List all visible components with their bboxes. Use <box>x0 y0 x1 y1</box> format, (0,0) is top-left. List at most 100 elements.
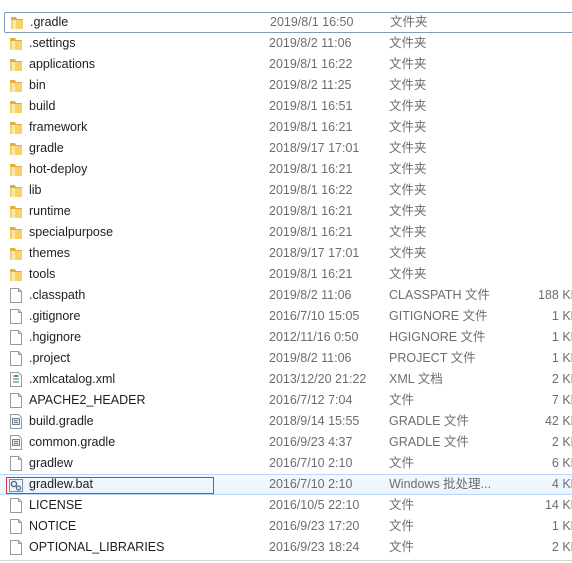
file-type: 文件夹 <box>389 57 427 71</box>
file-type: 文件夹 <box>389 204 427 218</box>
file-date: 2018/9/17 17:01 <box>269 141 360 155</box>
file-type: 文件夹 <box>389 36 427 50</box>
file-type: 文件 <box>389 540 415 554</box>
file-row[interactable]: lib 2019/8/1 16:22 文件夹 <box>0 180 572 201</box>
file-date: 2012/11/16 0:50 <box>269 330 359 344</box>
file-row[interactable]: .project 2019/8/2 11:06 PROJECT 文件 1 KB <box>0 348 572 369</box>
file-name: .gradle <box>30 15 69 29</box>
file-date: 2019/8/1 16:22 <box>269 57 353 71</box>
file-size: 1 KB <box>551 351 572 365</box>
folder-icon <box>9 99 23 114</box>
file-date: 2018/9/14 15:55 <box>269 414 360 428</box>
file-name: common.gradle <box>29 435 116 449</box>
file-name: .gitignore <box>29 309 81 323</box>
file-icon <box>9 309 23 324</box>
file-row[interactable]: .gradle 2019/8/1 16:50 文件夹 <box>4 12 572 33</box>
folder-icon <box>9 246 23 261</box>
file-type: 文件 <box>389 519 415 533</box>
file-size: 6 KB <box>551 456 572 470</box>
file-size: 1 KB <box>551 309 572 323</box>
file-type: GRADLE 文件 <box>389 414 469 428</box>
file-name: .hgignore <box>29 330 82 344</box>
file-row[interactable]: gradlew.bat 2016/7/10 2:10 Windows 批处理... 4… <box>0 474 572 495</box>
file-row[interactable]: tools 2019/8/1 16:21 文件夹 <box>0 264 572 285</box>
file-row[interactable]: gradlew 2016/7/10 2:10 文件 6 KB <box>0 453 572 474</box>
file-row[interactable]: .hgignore 2012/11/16 0:50 HGIGNORE 文件 1 KB <box>0 327 572 348</box>
folder-icon <box>9 204 23 219</box>
file-date: 2016/7/10 15:05 <box>269 309 360 323</box>
file-type: 文件夹 <box>389 141 427 155</box>
file-name: .settings <box>29 36 76 50</box>
file-name: tools <box>29 267 56 281</box>
file-date: 2016/9/23 4:37 <box>269 435 353 449</box>
file-row[interactable]: applications 2019/8/1 16:22 文件夹 <box>0 54 572 75</box>
folder-icon <box>9 36 23 51</box>
file-row[interactable]: gradle 2018/9/17 17:01 文件夹 <box>0 138 572 159</box>
text-file-icon <box>9 414 23 429</box>
file-name: build <box>29 99 56 113</box>
file-name: OPTIONAL_LIBRARIES <box>29 540 165 554</box>
file-type: 文件夹 <box>389 246 427 260</box>
file-icon <box>9 498 23 513</box>
file-icon <box>9 351 23 366</box>
file-icon <box>9 288 23 303</box>
file-date: 2019/8/1 16:22 <box>269 183 353 197</box>
file-size: 4 KB <box>551 477 572 491</box>
file-date: 2016/7/10 2:10 <box>269 477 353 491</box>
file-date: 2019/8/1 16:21 <box>269 267 353 281</box>
file-row[interactable]: runtime 2019/8/1 16:21 文件夹 <box>0 201 572 222</box>
file-type: 文件夹 <box>390 15 428 29</box>
file-name: gradlew.bat <box>29 477 93 491</box>
file-date: 2019/8/2 11:06 <box>269 36 352 50</box>
file-name: runtime <box>29 204 71 218</box>
file-name: gradlew <box>29 456 73 470</box>
file-date: 2016/7/12 7:04 <box>269 393 353 407</box>
file-name: framework <box>29 120 88 134</box>
file-icon <box>9 540 23 555</box>
file-row[interactable]: specialpurpose 2019/8/1 16:21 文件夹 <box>0 222 572 243</box>
file-row[interactable]: NOTICE 2016/9/23 17:20 文件 1 KB <box>0 516 572 537</box>
file-type: 文件 <box>389 498 415 512</box>
file-icon <box>9 393 23 408</box>
file-name: hot-deploy <box>29 162 88 176</box>
file-date: 2018/9/17 17:01 <box>269 246 360 260</box>
file-icon <box>9 519 23 534</box>
file-row[interactable]: .gitignore 2016/7/10 15:05 GITIGNORE 文件 1 K… <box>0 306 572 327</box>
xml-file-icon <box>9 372 23 387</box>
file-name: applications <box>29 57 96 71</box>
file-name: .project <box>29 351 70 365</box>
file-size: 188 KB <box>537 288 572 302</box>
folder-icon <box>9 225 23 240</box>
file-type: 文件 <box>389 456 415 470</box>
file-type: CLASSPATH 文件 <box>389 288 490 302</box>
file-name: LICENSE <box>29 498 83 512</box>
file-date: 2019/8/1 16:50 <box>270 15 354 29</box>
file-date: 2013/12/20 21:22 <box>269 372 367 386</box>
file-row[interactable]: build.gradle 2018/9/14 15:55 GRADLE 文件 42 K… <box>0 411 572 432</box>
folder-icon <box>9 57 23 72</box>
file-row[interactable]: framework 2019/8/1 16:21 文件夹 <box>0 117 572 138</box>
file-date: 2019/8/1 16:21 <box>269 204 353 218</box>
file-row[interactable]: themes 2018/9/17 17:01 文件夹 <box>0 243 572 264</box>
file-row[interactable]: hot-deploy 2019/8/1 16:21 文件夹 <box>0 159 572 180</box>
file-date: 2019/8/1 16:51 <box>269 99 353 113</box>
file-date: 2019/8/1 16:21 <box>269 225 353 239</box>
file-size: 42 KB <box>544 414 572 428</box>
file-row[interactable]: .xmlcatalog.xml 2013/12/20 21:22 XML 文档 2 K… <box>0 369 572 390</box>
file-row[interactable]: build 2019/8/1 16:51 文件夹 <box>0 96 572 117</box>
file-type: 文件 <box>389 393 415 407</box>
file-row[interactable]: bin 2019/8/2 11:25 文件夹 <box>0 75 572 96</box>
file-name: lib <box>29 183 42 197</box>
file-row[interactable]: OPTIONAL_LIBRARIES 2016/9/23 18:24 文件 2 KB <box>0 537 572 558</box>
file-type: 文件夹 <box>389 78 427 92</box>
file-name: themes <box>29 246 70 260</box>
file-row[interactable]: .settings 2019/8/2 11:06 文件夹 <box>0 33 572 54</box>
folder-icon <box>9 162 23 177</box>
file-row[interactable]: common.gradle 2016/9/23 4:37 GRADLE 文件 2 KB <box>0 432 572 453</box>
file-date: 2019/8/2 11:25 <box>269 78 352 92</box>
file-date: 2016/10/5 22:10 <box>269 498 360 512</box>
file-row[interactable]: .classpath 2019/8/2 11:06 CLASSPATH 文件 188 … <box>0 285 572 306</box>
folder-icon <box>9 141 23 156</box>
file-row[interactable]: LICENSE 2016/10/5 22:10 文件 14 KB <box>0 495 572 516</box>
file-row[interactable]: APACHE2_HEADER 2016/7/12 7:04 文件 7 KB <box>0 390 572 411</box>
